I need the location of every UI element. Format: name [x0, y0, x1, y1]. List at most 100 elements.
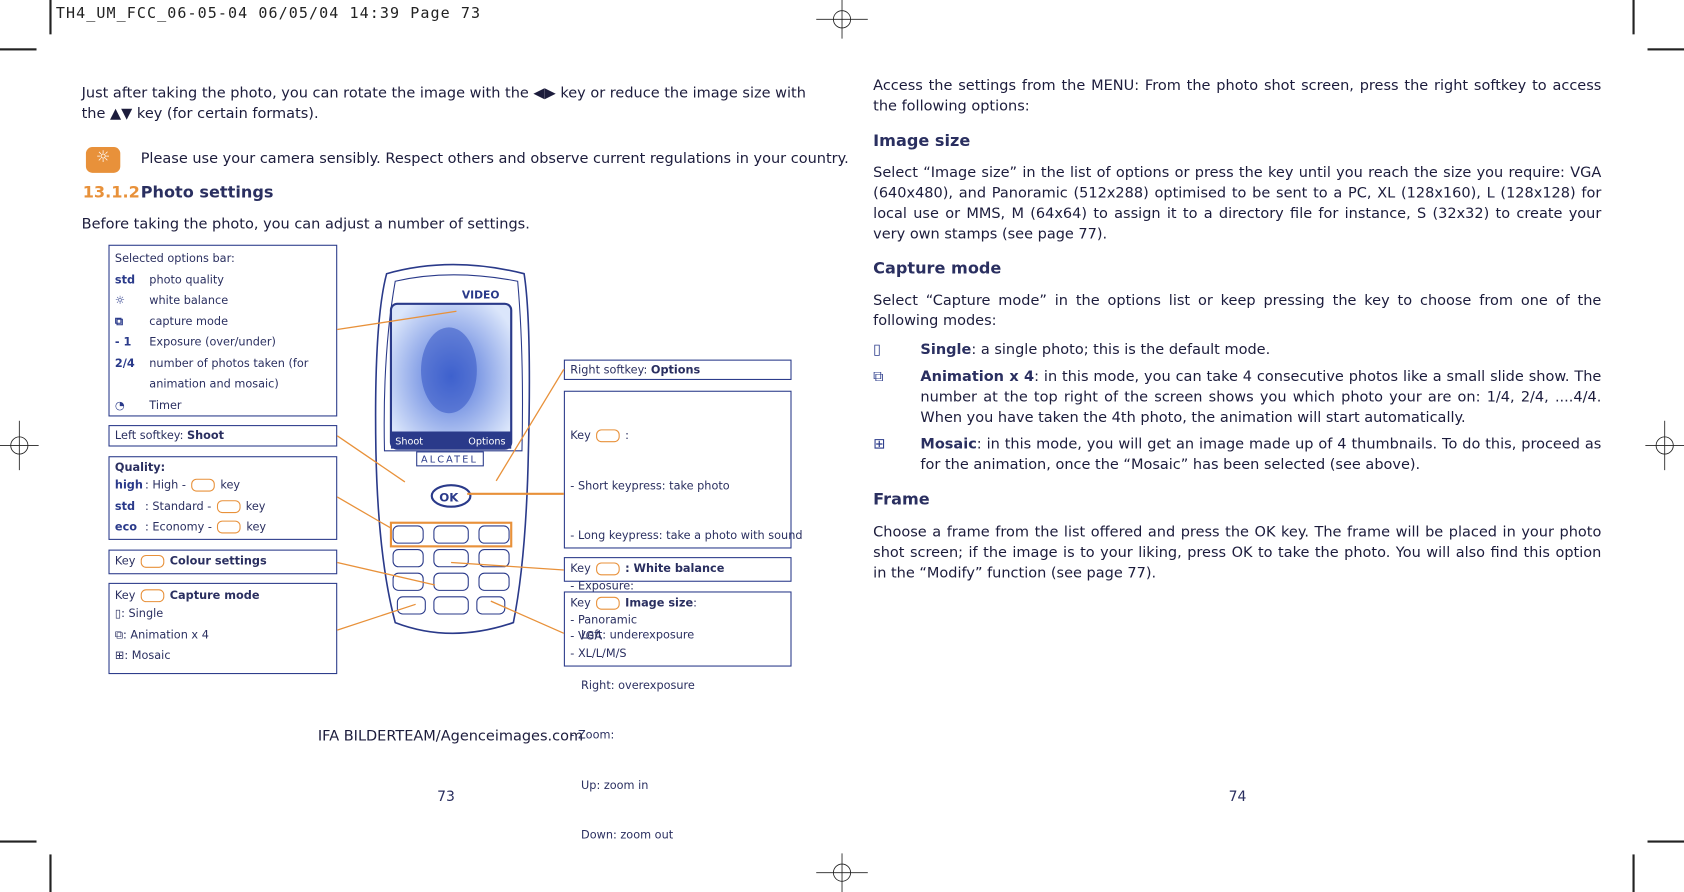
- quality-row: eco: Economy - key: [115, 517, 331, 538]
- mode-animation: ⧉ Animation x 4: in this mode, you can ta…: [873, 367, 1601, 428]
- line: Right: overexposure: [570, 678, 695, 692]
- option-row: ◔ Timer: [115, 396, 331, 417]
- label: key: [245, 499, 266, 513]
- label: key: [246, 520, 267, 534]
- star-key-icon: [140, 589, 165, 603]
- quality-row: high: High - key: [115, 476, 331, 497]
- capture-mode-text: Select “Capture mode” in the options lis…: [873, 291, 1602, 330]
- left-softkey-box: Left softkey: Shoot: [108, 425, 338, 447]
- right-softkey-box: Right softkey: Options: [563, 359, 792, 380]
- options-bar-box: Selected options bar: std photo quality ☼…: [108, 244, 338, 417]
- box-title: Selected options bar:: [114, 252, 235, 266]
- option-row: std photo quality: [115, 270, 331, 291]
- high-icon: high: [114, 478, 143, 492]
- line: - Long keypress: take a photo with sound: [570, 529, 803, 543]
- label: key: [220, 478, 241, 492]
- key-5-icon: [596, 562, 620, 576]
- key-2-icon: [216, 499, 241, 513]
- label: Right softkey:: [570, 363, 651, 377]
- option-row: ☼ white balance: [115, 291, 331, 312]
- frame-text: Choose a frame from the list offered and…: [873, 523, 1602, 582]
- std-icon: std: [114, 499, 136, 513]
- page-number-left: 73: [437, 788, 455, 806]
- tip-icon: ☼: [85, 147, 121, 173]
- white-balance-box: Key : White balance: [563, 557, 792, 582]
- right-intro: Access the settings from the MENU: From …: [873, 77, 1602, 115]
- photo-credit: IFA BILDERTEAM/Agenceimages.com: [317, 727, 584, 745]
- modes-list: ▯ Single: a single photo; this is the def…: [873, 340, 1601, 475]
- intro-text: Just after taking the photo, you can rot…: [81, 84, 806, 123]
- mode-text: : a single photo; this is the default mo…: [971, 341, 1271, 359]
- key-1-icon: [191, 478, 215, 492]
- mode-single: ▯ Single: a single photo; this is the def…: [873, 340, 1601, 360]
- heading-capture-mode: Capture mode: [873, 258, 1002, 279]
- line: - VGA: [570, 630, 603, 643]
- option-row: ⧉ capture mode: [115, 312, 331, 333]
- quality-box: Quality: high: High - key std : Standard -…: [108, 456, 338, 540]
- exposure-icon: - 1: [114, 335, 132, 349]
- label: animation and mosaic): [149, 377, 279, 391]
- quality-row: std : Standard - key: [115, 496, 331, 517]
- mode-text: : in this mode, you will get an image ma…: [920, 435, 1602, 474]
- section-number: 13.1.2: [82, 182, 140, 202]
- option-row: 2/4 number of photos taken (for: [115, 354, 331, 375]
- animation-icon: ⧉: [114, 628, 123, 642]
- photo-count-icon: 2/4: [114, 356, 135, 370]
- line: Down: zoom out: [570, 828, 674, 842]
- before-text: Before taking the photo, you can adjust …: [81, 215, 530, 233]
- value: : White balance: [625, 562, 725, 576]
- line: - Zoom:: [570, 728, 615, 742]
- label: number of photos taken (for: [149, 356, 309, 370]
- image-size-box: Key Image size: - Panoramic - VGA - XL/L/…: [563, 591, 792, 667]
- line: - XL/L/M/S: [570, 646, 627, 660]
- eco-icon: eco: [114, 520, 138, 534]
- key-8-icon: [140, 554, 165, 568]
- option-row: animation and mosaic): [115, 375, 331, 396]
- white-balance-icon: ☼: [114, 294, 126, 307]
- std-icon: std: [114, 273, 136, 287]
- mode-row: ▯: Single: [115, 604, 331, 625]
- label: capture mode: [149, 315, 229, 328]
- single-icon: ▯: [873, 341, 882, 359]
- line: - Short keypress: take photo: [570, 479, 730, 493]
- page-number-right: 74: [1228, 788, 1247, 806]
- section-title: Photo settings: [140, 182, 274, 202]
- colour-settings-box: Key Colour settings: [108, 549, 338, 575]
- ok-key-box: Key: - Short keypress: take photo - Long…: [563, 390, 803, 842]
- timer-icon: ◔: [114, 398, 125, 412]
- heading-image-size: Image size: [873, 130, 971, 151]
- label: Key: [114, 554, 136, 568]
- ok-key-icon: [596, 429, 620, 443]
- mode-mosaic: ⊞ Mosaic: in this mode, you will get an i…: [873, 435, 1601, 476]
- label: : Standard -: [144, 499, 212, 513]
- option-row: - 1 Exposure (over/under): [115, 333, 331, 354]
- note-text: Please use your camera sensibly. Respect…: [140, 150, 849, 168]
- value: Colour settings: [169, 554, 267, 568]
- label: Timer: [149, 398, 182, 412]
- label: Exposure (over/under): [149, 335, 276, 349]
- capture-mode-box: Key Capture mode ▯: Single ⧉: Animation x…: [108, 582, 338, 675]
- key-3-icon: [217, 520, 241, 534]
- line: Up: zoom in: [570, 778, 649, 792]
- label: Key: [570, 562, 591, 576]
- value: Shoot: [186, 429, 225, 443]
- mode-name: Mosaic: [920, 435, 977, 453]
- hash-key-icon: [596, 596, 620, 610]
- label: : Mosaic: [124, 649, 171, 663]
- mode-name: Single: [920, 341, 972, 359]
- mode-name: Animation x 4: [920, 368, 1035, 386]
- heading-frame: Frame: [873, 489, 930, 509]
- label: Key: [114, 589, 136, 603]
- label: : Single: [121, 607, 164, 621]
- image-size-text: Select “Image size” in the list of optio…: [873, 164, 1602, 243]
- value: Image size: [625, 596, 694, 610]
- animation-icon: ⧉: [873, 368, 884, 386]
- value: Capture mode: [169, 589, 260, 603]
- label: : High -: [144, 478, 186, 492]
- capture-mode-icon: ⧉: [114, 315, 123, 328]
- mode-row: ⧉: Animation x 4: [115, 625, 331, 646]
- label: white balance: [149, 294, 229, 307]
- value: Options: [650, 363, 701, 377]
- box-title: Quality:: [114, 461, 166, 475]
- label: Left softkey:: [114, 429, 187, 443]
